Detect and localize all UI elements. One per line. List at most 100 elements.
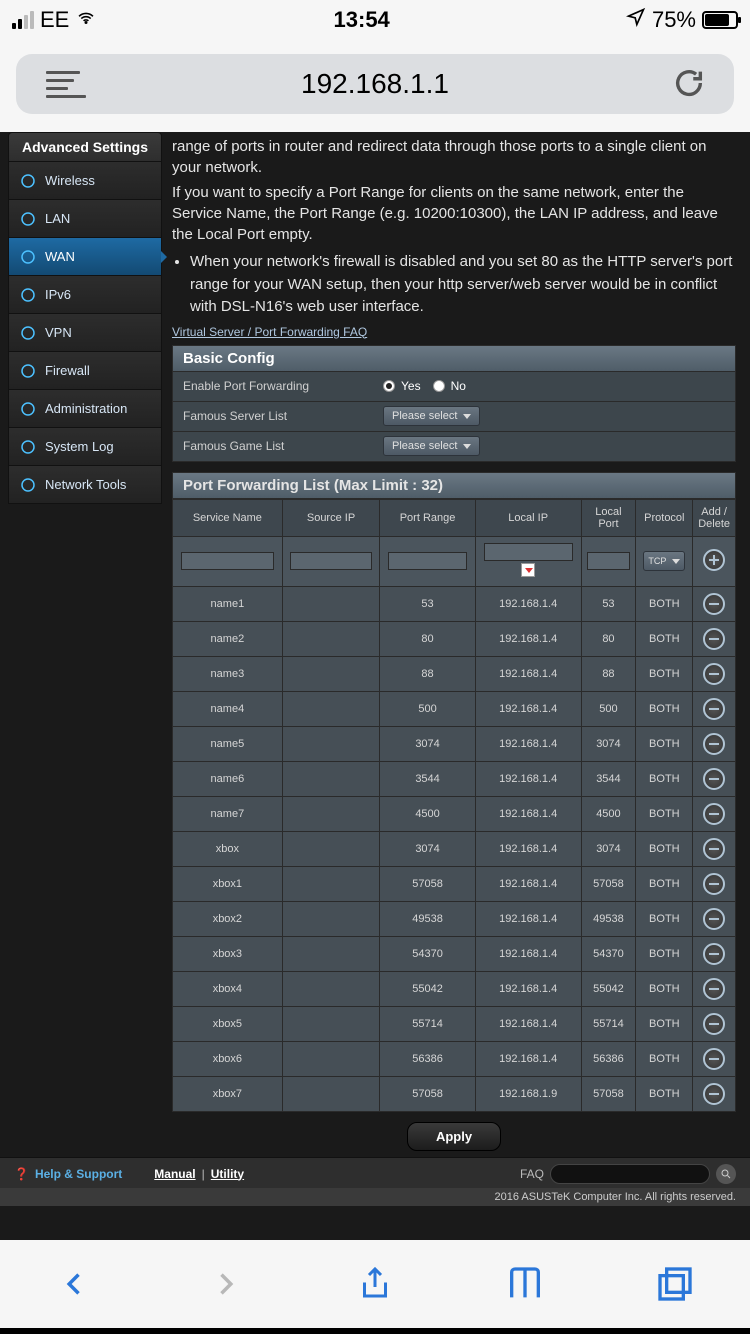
footer-search[interactable] <box>550 1164 710 1184</box>
port-range-input[interactable] <box>388 552 468 570</box>
help-link[interactable]: Help & Support <box>35 1167 122 1181</box>
faq-link[interactable]: Virtual Server / Port Forwarding FAQ <box>172 325 736 339</box>
home-icon <box>19 210 37 228</box>
sidebar-item-label: System Log <box>45 439 114 454</box>
service-input[interactable] <box>181 552 274 570</box>
user-icon <box>19 400 37 418</box>
sidebar-item-label: WAN <box>45 249 75 264</box>
sidebar-item-wan[interactable]: WAN <box>8 238 162 276</box>
delete-row-button[interactable] <box>703 1013 725 1035</box>
sidebar-item-label: Administration <box>45 401 127 416</box>
apply-button[interactable]: Apply <box>407 1122 501 1151</box>
table-row: name4500192.168.1.4500BOTH <box>173 691 736 726</box>
sidebar-item-label: IPv6 <box>45 287 71 302</box>
page-footer: ❓ Help & Support Manual | Utility FAQ <box>0 1157 750 1188</box>
manual-link[interactable]: Manual <box>154 1167 195 1181</box>
ip-dropdown-icon[interactable] <box>521 563 535 577</box>
col-add-delete: Add / Delete <box>693 499 736 536</box>
delete-row-button[interactable] <box>703 803 725 825</box>
sidebar-item-lan[interactable]: LAN <box>8 200 162 238</box>
protocol-select[interactable]: TCP <box>643 551 685 571</box>
utility-link[interactable]: Utility <box>211 1167 244 1181</box>
sidebar-header: Advanced Settings <box>8 132 162 162</box>
url-field[interactable]: 192.168.1.1 <box>16 54 734 114</box>
delete-row-button[interactable] <box>703 873 725 895</box>
delete-row-button[interactable] <box>703 943 725 965</box>
col-local-port: Local Port <box>581 499 636 536</box>
table-row: xbox249538192.168.1.449538BOTH <box>173 901 736 936</box>
wifi-icon <box>75 7 97 33</box>
delete-row-button[interactable] <box>703 593 725 615</box>
shield-icon <box>19 362 37 380</box>
share-button[interactable] <box>353 1262 397 1306</box>
yes-label: Yes <box>401 379 421 393</box>
sidebar-item-ipv6[interactable]: IPv6 <box>8 276 162 314</box>
col-local-ip: Local IP <box>475 499 581 536</box>
url-text: 192.168.1.1 <box>301 68 449 100</box>
main-content: range of ports in router and redirect da… <box>162 132 742 1157</box>
pf-list-header: Port Forwarding List (Max Limit : 32) <box>172 472 736 499</box>
table-row: name53074192.168.1.43074BOTH <box>173 726 736 761</box>
desc-p2: If you want to specify a Port Range for … <box>172 182 736 245</box>
table-row: xbox555714192.168.1.455714BOTH <box>173 1006 736 1041</box>
col-port-range: Port Range <box>380 499 476 536</box>
ipv6-icon <box>19 286 37 304</box>
delete-row-button[interactable] <box>703 978 725 1000</box>
tabs-button[interactable] <box>653 1262 697 1306</box>
reader-icon[interactable] <box>46 71 86 98</box>
source-input[interactable] <box>290 552 371 570</box>
table-row: name74500192.168.1.44500BOTH <box>173 796 736 831</box>
server-list-select[interactable]: Please select <box>383 406 480 426</box>
sidebar-item-label: Network Tools <box>45 477 126 492</box>
forward-button[interactable] <box>203 1262 247 1306</box>
sidebar-item-administration[interactable]: Administration <box>8 390 162 428</box>
delete-row-button[interactable] <box>703 628 725 650</box>
delete-row-button[interactable] <box>703 908 725 930</box>
safari-url-bar: 192.168.1.1 <box>0 40 750 132</box>
search-go-button[interactable] <box>716 1164 736 1184</box>
add-row-button[interactable] <box>703 549 725 571</box>
desc-p1: range of ports in router and redirect da… <box>172 136 736 178</box>
carrier-label: EE <box>40 7 69 33</box>
local-ip-input[interactable] <box>484 543 573 561</box>
col-protocol: Protocol <box>636 499 693 536</box>
sidebar-item-label: Firewall <box>45 363 90 378</box>
table-row: name388192.168.1.488BOTH <box>173 656 736 691</box>
back-button[interactable] <box>53 1262 97 1306</box>
table-row: name280192.168.1.480BOTH <box>173 621 736 656</box>
bookmarks-button[interactable] <box>503 1262 547 1306</box>
delete-row-button[interactable] <box>703 733 725 755</box>
enable-no-radio[interactable] <box>433 380 445 392</box>
delete-row-button[interactable] <box>703 838 725 860</box>
sidebar-item-vpn[interactable]: VPN <box>8 314 162 352</box>
game-list-select[interactable]: Please select <box>383 436 480 456</box>
reload-icon[interactable] <box>672 66 708 102</box>
sidebar-item-firewall[interactable]: Firewall <box>8 352 162 390</box>
globe-icon <box>19 248 37 266</box>
sidebar-item-network-tools[interactable]: Network Tools <box>8 466 162 504</box>
table-input-row: TCP <box>173 536 736 586</box>
chevron-down-icon <box>463 444 471 449</box>
chevron-down-icon <box>463 414 471 419</box>
delete-row-button[interactable] <box>703 1083 725 1105</box>
enable-yes-radio[interactable] <box>383 380 395 392</box>
table-row: xbox157058192.168.1.457058BOTH <box>173 866 736 901</box>
col-source: Source IP <box>282 499 380 536</box>
wrench-icon <box>19 476 37 494</box>
ios-status-bar: EE 13:54 75% <box>0 0 750 40</box>
battery-pct: 75% <box>652 7 696 33</box>
basic-config-header: Basic Config <box>172 345 736 372</box>
delete-row-button[interactable] <box>703 663 725 685</box>
delete-row-button[interactable] <box>703 698 725 720</box>
delete-row-button[interactable] <box>703 768 725 790</box>
chevron-down-icon <box>672 559 680 564</box>
delete-row-button[interactable] <box>703 1048 725 1070</box>
table-row: name153192.168.1.453BOTH <box>173 586 736 621</box>
sidebar-item-wireless[interactable]: Wireless <box>8 162 162 200</box>
local-port-input[interactable] <box>587 552 629 570</box>
sidebar-item-system-log[interactable]: System Log <box>8 428 162 466</box>
sidebar-item-label: LAN <box>45 211 70 226</box>
battery-icon <box>702 11 738 29</box>
safari-toolbar <box>0 1240 750 1328</box>
table-row: xbox455042192.168.1.455042BOTH <box>173 971 736 1006</box>
